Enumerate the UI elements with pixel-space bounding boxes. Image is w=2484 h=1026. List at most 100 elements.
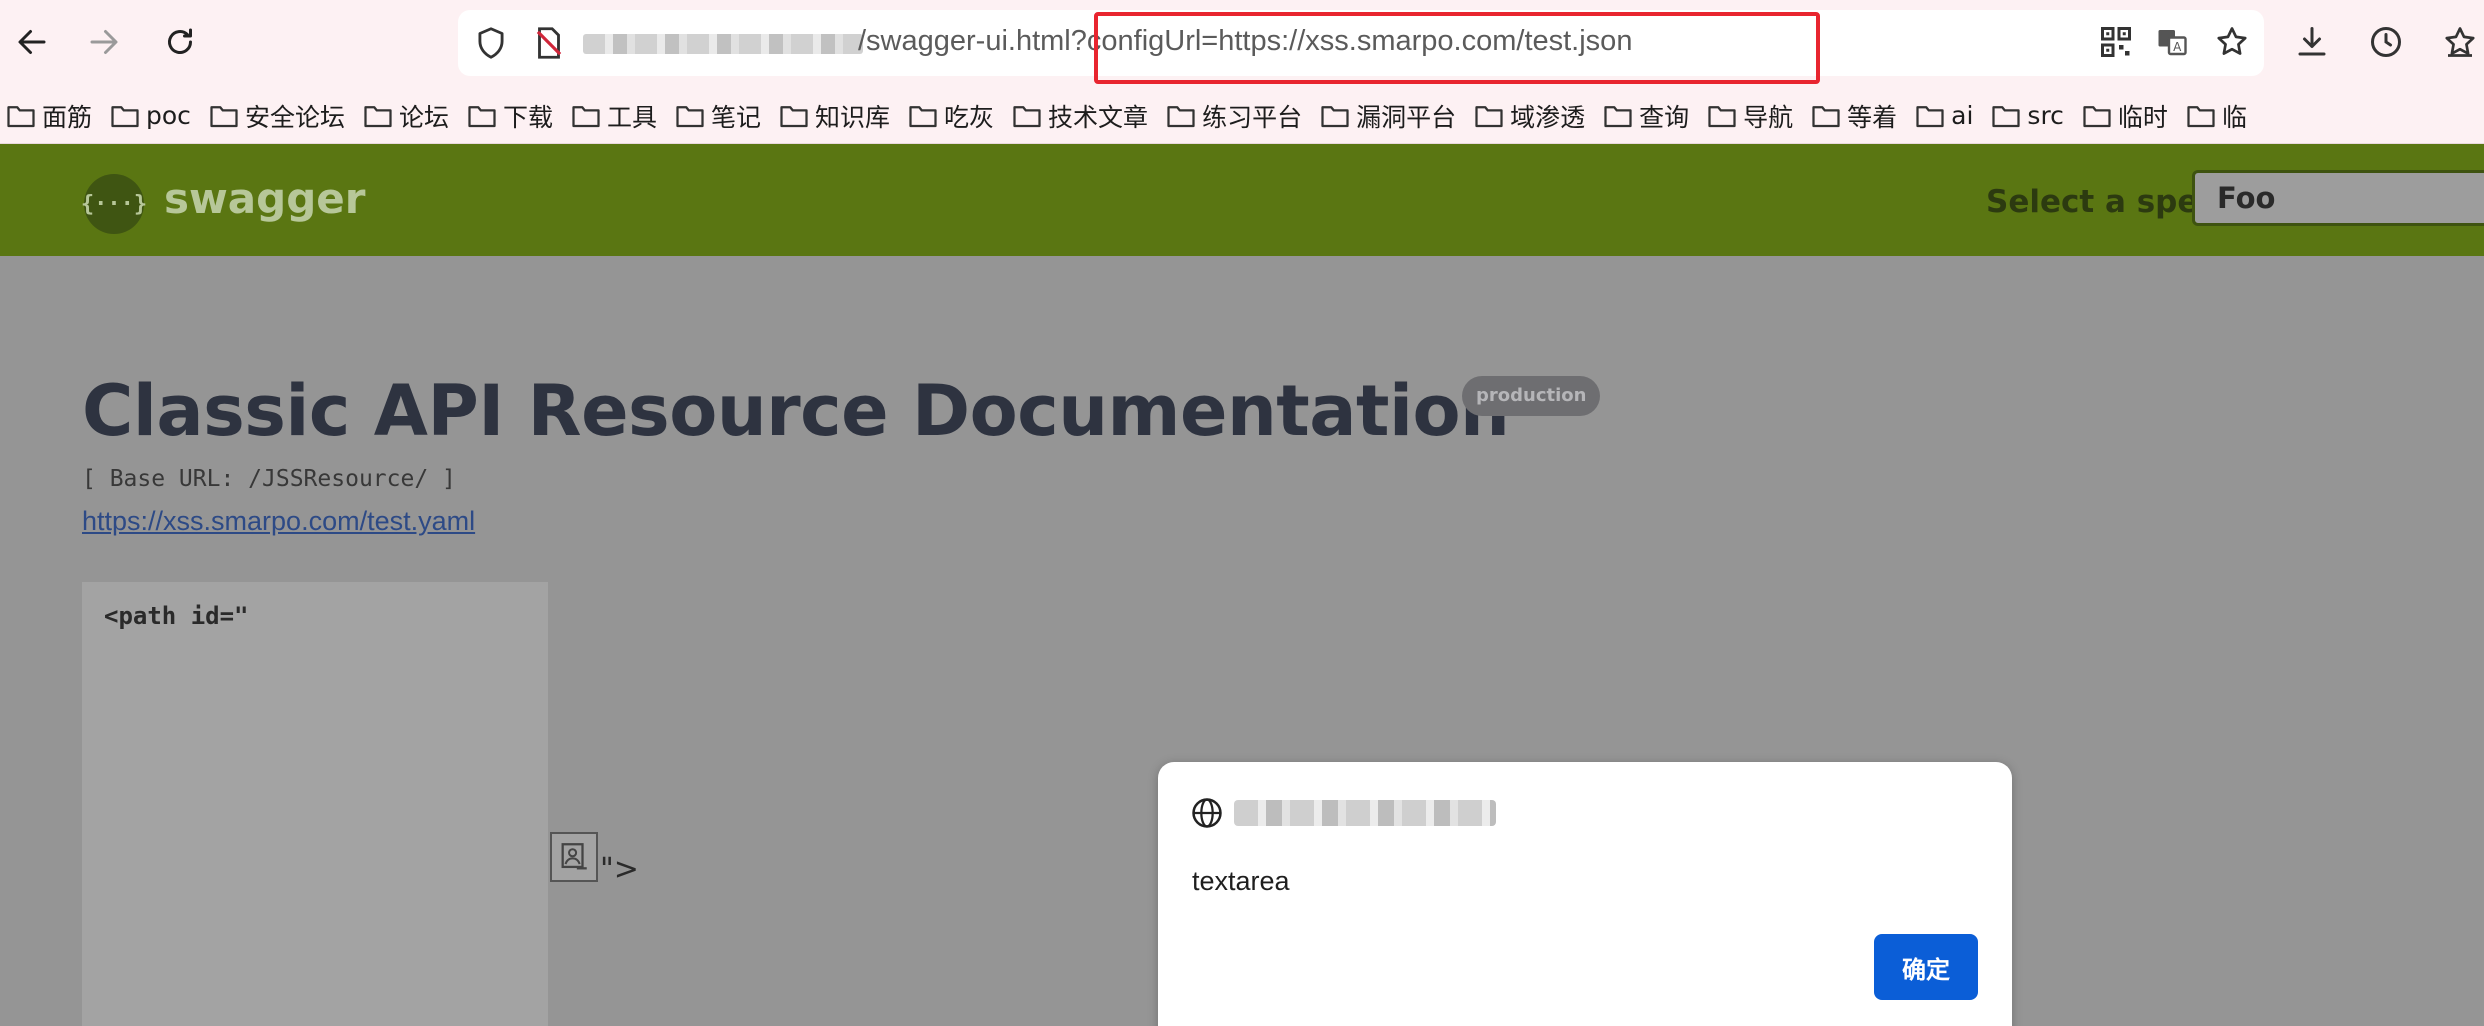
bookmark-label: ai [1951,101,1974,130]
insecure-page-icon[interactable] [530,24,568,62]
bookmark-folder[interactable]: 安全论坛 [209,98,345,134]
bookmark-label: 工具 [606,102,657,132]
alert-dialog: textarea 确定 [1158,762,2012,1026]
folder-icon [7,105,35,127]
ok-button[interactable]: 确定 [1874,934,1978,1000]
broken-image-icon [550,832,598,882]
bookmark-folder[interactable]: 域渗透 [1474,98,1585,134]
bookmark-folder[interactable]: 临 [2186,98,2247,134]
bookmark-label: 查询 [1639,102,1690,132]
folder-icon [572,105,600,127]
bookmark-label: poc [146,101,191,130]
back-button[interactable] [4,14,60,70]
redacted-origin [1234,800,1496,826]
folder-icon [1167,105,1195,127]
swagger-logo-icon[interactable]: {···} [81,174,147,234]
bookmark-label: 导航 [1743,102,1794,132]
folder-icon [780,105,808,127]
bookmark-label: 面筋 [42,102,93,132]
reload-button[interactable] [152,14,208,70]
bookmark-label: 练习平台 [1202,102,1303,132]
qr-code-icon [2101,27,2131,57]
bookmark-label: 论坛 [398,102,449,132]
api-title: Classic API Resource Documentation [82,370,1510,452]
bookmark-label: 域渗透 [1510,102,1586,132]
spec-link[interactable]: https://xss.smarpo.com/test.yaml [82,506,475,537]
bookmark-label: src [2027,101,2064,130]
bookmark-folder[interactable]: 查询 [1603,98,1689,134]
folder-icon [1916,105,1944,127]
bookmark-label: 技术文章 [1048,102,1149,132]
translate-icon: A [2158,30,2187,56]
folder-icon [1992,105,2021,127]
folder-icon [1475,105,1503,127]
injected-code-text: <path id=" [104,602,249,630]
folder-icon [676,105,704,127]
download-icon [2298,27,2326,56]
folder-icon [364,105,392,127]
highlight-box [1094,12,1820,84]
bookmark-label: 临 [2221,102,2247,132]
bookmark-folder[interactable]: 吃灰 [908,98,994,134]
clock-icon [2371,27,2401,57]
bookmark-folder[interactable]: ai [1915,101,1973,130]
version-badge: production [1462,376,1601,416]
forward-button[interactable] [76,14,132,70]
folder-icon [1812,105,1840,127]
svg-text:A: A [2173,40,2182,54]
bookmark-folder[interactable]: 等着 [1811,98,1897,134]
arrow-right-icon [90,30,118,54]
qr-code-button[interactable] [2092,18,2140,66]
bookmark-folder[interactable]: 练习平台 [1166,98,1302,134]
bookmark-folder[interactable]: 导航 [1707,98,1793,134]
bookmark-label: 漏洞平台 [1356,102,1457,132]
arrow-left-icon [18,30,46,54]
image-placeholder-icon [561,843,587,870]
history-button[interactable] [2362,18,2410,66]
folder-icon [1321,105,1349,127]
swagger-brand[interactable]: swagger [164,174,365,223]
select-spec-label: Select a spec [1986,184,2217,220]
bookmark-folder[interactable]: 论坛 [363,98,449,134]
bookmark-folder[interactable]: 知识库 [779,98,890,134]
downloads-button[interactable] [2288,18,2336,66]
shield-icon[interactable] [472,24,510,62]
favorites-star-icon [2445,27,2475,57]
bookmark-folder[interactable]: poc [110,101,191,130]
swagger-topbar: {···} swagger Select a spec Foo [0,144,2484,256]
bookmark-folder[interactable]: 漏洞平台 [1320,98,1456,134]
bookmark-label: 笔记 [711,102,762,132]
folder-icon [909,105,937,127]
globe-icon [1192,798,1222,828]
folder-icon [1013,105,1041,127]
injected-trailing-text: "> [600,852,639,887]
alert-message: textarea [1192,866,1290,896]
bookmark-folder[interactable]: src [1991,101,2064,130]
bookmark-label: 知识库 [815,102,891,132]
redacted-host [583,34,863,54]
bookmark-folder[interactable]: 笔记 [675,98,761,134]
browser-toolbar: /swagger-ui.html?configUrl=https://xss.s… [0,0,2484,88]
folder-icon [210,105,238,127]
bookmark-folder[interactable]: 技术文章 [1012,98,1148,134]
favorites-button[interactable] [2436,18,2484,66]
bookmark-label: 下载 [502,102,553,132]
bookmark-star-button[interactable] [2208,18,2256,66]
bookmark-folder[interactable]: 临时 [2082,98,2168,134]
folder-icon [2083,105,2111,127]
folder-icon [1708,105,1736,127]
bookmark-folder[interactable]: 工具 [571,98,657,134]
bookmark-label: 等着 [1847,102,1898,132]
spec-select[interactable]: Foo [2192,170,2484,226]
bookmark-label: 吃灰 [944,102,995,132]
folder-icon [111,105,139,127]
bookmark-folder[interactable]: 下载 [467,98,553,134]
url-path: /swagger-ui.html [858,25,1071,57]
description-box [82,582,548,1026]
translate-button[interactable]: A [2148,18,2196,66]
bookmarks-bar: 面筋 poc 安全论坛 论坛 下载 工具 笔记 知识库 吃灰 技术文章 练习平台 漏洞平台 域渗透 查询 导… [0,88,2484,144]
bookmark-label: 安全论坛 [244,102,345,132]
folder-icon [2187,105,2215,127]
folder-icon [468,105,496,127]
bookmark-folder[interactable]: 面筋 [6,98,92,134]
